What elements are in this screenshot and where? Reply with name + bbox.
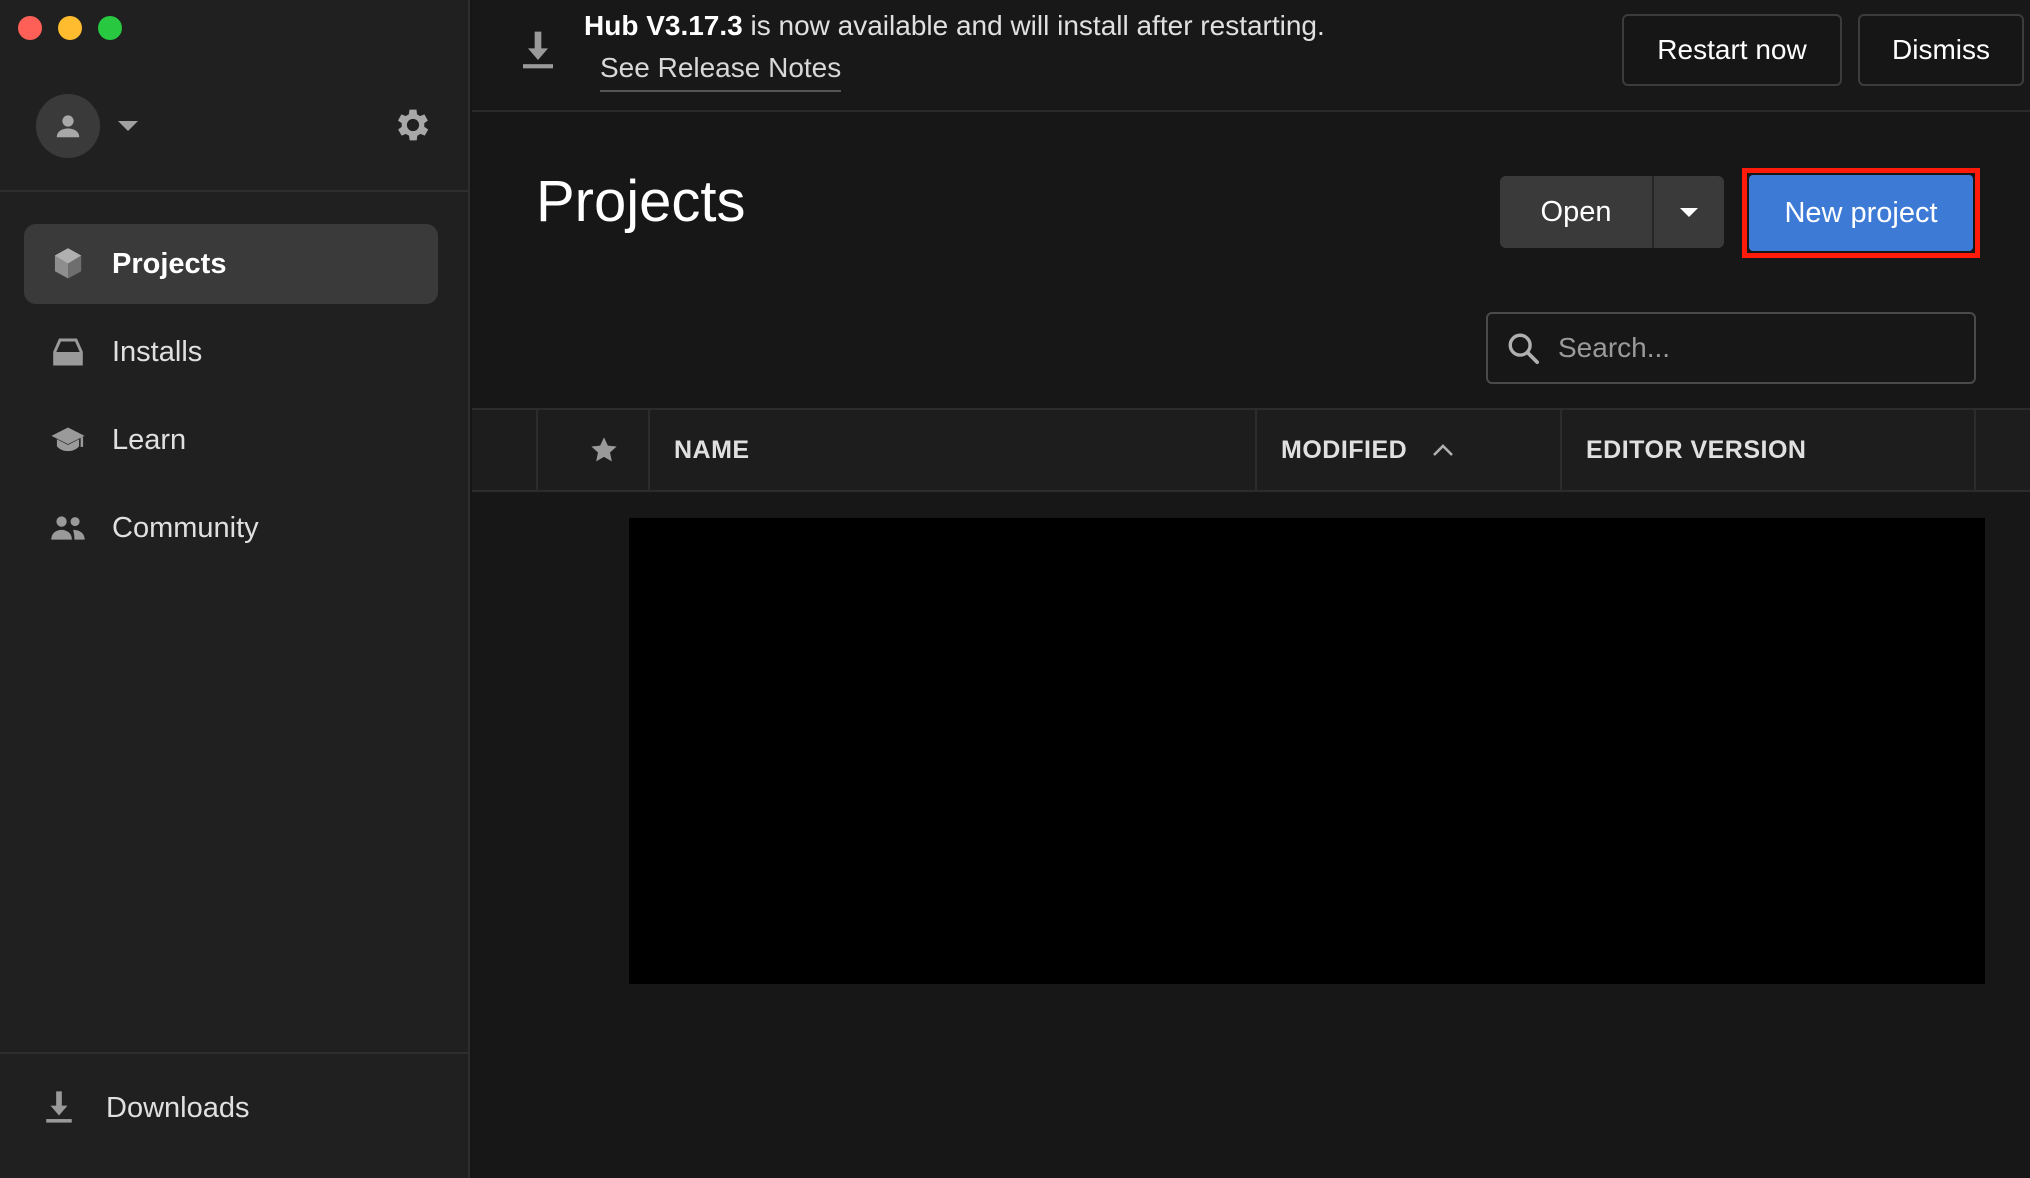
column-separator <box>648 410 650 490</box>
update-message-text: is now available and will install after … <box>742 10 1325 41</box>
minimize-window-button[interactable] <box>58 16 82 40</box>
open-dropdown-button[interactable] <box>1652 176 1724 248</box>
column-separator <box>1560 410 1562 490</box>
star-icon <box>591 437 617 462</box>
projects-list-redacted <box>629 518 1985 984</box>
search-icon <box>1508 333 1540 365</box>
gear-icon[interactable] <box>392 104 434 146</box>
column-separator <box>1255 410 1257 490</box>
hub-window: Projects Installs Learn Community Downlo… <box>0 0 2030 1178</box>
update-version: Hub V3.17.3 <box>584 10 743 41</box>
zoom-window-button[interactable] <box>98 16 122 40</box>
editor-version-column-header[interactable]: EDITOR VERSION <box>1586 410 1806 490</box>
new-project-highlight: New project <box>1742 168 1980 258</box>
graduation-cap-icon <box>50 422 86 458</box>
user-icon <box>56 115 80 138</box>
sidebar-item-label: Installs <box>112 335 203 368</box>
column-separator <box>536 410 538 490</box>
cube-icon <box>50 246 86 282</box>
people-icon <box>50 510 86 546</box>
chevron-down-icon[interactable] <box>118 121 138 131</box>
account-menu[interactable] <box>36 94 138 158</box>
update-banner: Hub V3.17.3 is now available and will in… <box>472 0 2030 112</box>
sidebar-item-label: Learn <box>112 423 187 456</box>
sidebar-divider <box>0 1052 470 1054</box>
main-panel: Hub V3.17.3 is now available and will in… <box>472 0 2030 1178</box>
modified-column-header[interactable]: MODIFIED <box>1281 410 1455 490</box>
update-message: Hub V3.17.3 is now available and will in… <box>584 10 1325 42</box>
window-controls <box>18 16 122 40</box>
restart-now-button[interactable]: Restart now <box>1622 14 1842 86</box>
downloads-button[interactable]: Downloads <box>44 1090 249 1126</box>
page-title: Projects <box>536 169 746 234</box>
installs-icon <box>50 334 86 370</box>
avatar[interactable] <box>36 94 100 158</box>
chevron-down-icon <box>1680 207 1698 217</box>
sidebar-nav: Projects Installs Learn Community <box>24 224 438 576</box>
modified-column-label: MODIFIED <box>1281 435 1408 464</box>
download-icon <box>523 31 553 69</box>
projects-table-header: NAME MODIFIED EDITOR VERSION <box>472 408 2030 492</box>
downloads-label: Downloads <box>106 1091 250 1124</box>
new-project-button[interactable]: New project <box>1749 175 1973 251</box>
open-button-group: Open <box>1500 176 1724 248</box>
name-column-header[interactable]: NAME <box>674 410 750 490</box>
sidebar-item-installs[interactable]: Installs <box>24 312 438 392</box>
dismiss-button[interactable]: Dismiss <box>1858 14 2024 86</box>
sidebar-item-label: Projects <box>112 247 227 280</box>
favorite-column-header[interactable] <box>580 410 628 490</box>
column-separator <box>1974 410 1976 490</box>
open-button[interactable]: Open <box>1500 176 1652 248</box>
download-icon <box>44 1090 76 1126</box>
release-notes-link[interactable]: See Release Notes <box>600 52 842 92</box>
search-box[interactable] <box>1486 312 1976 384</box>
sort-ascending-icon <box>1433 444 1454 456</box>
search-input[interactable] <box>1558 332 1958 364</box>
sidebar-divider <box>0 190 470 192</box>
sidebar-item-label: Community <box>112 511 259 544</box>
sidebar: Projects Installs Learn Community Downlo… <box>0 0 470 1178</box>
sidebar-item-community[interactable]: Community <box>24 488 438 568</box>
sidebar-item-learn[interactable]: Learn <box>24 400 438 480</box>
close-window-button[interactable] <box>18 16 42 40</box>
sidebar-item-projects[interactable]: Projects <box>24 224 438 304</box>
